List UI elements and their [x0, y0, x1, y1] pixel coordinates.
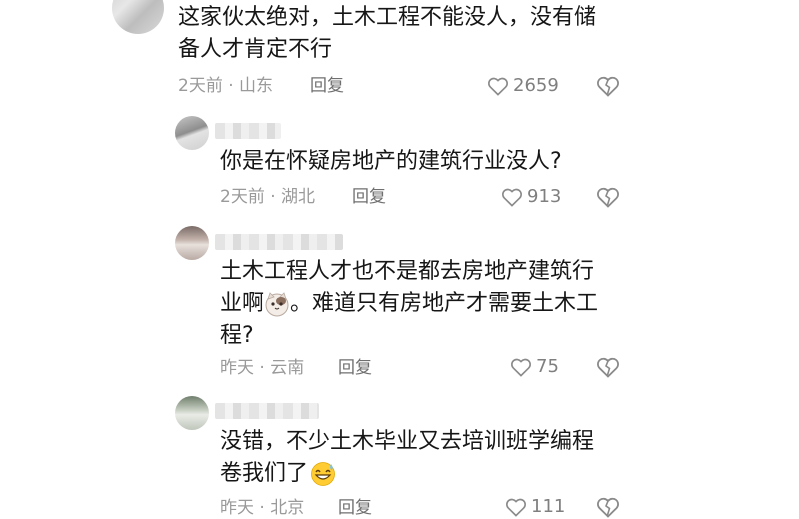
- heart-icon: [511, 358, 531, 377]
- heart-icon: [502, 188, 522, 207]
- comment-text-fragment: 卷我们了: [220, 461, 309, 486]
- reply-button[interactable]: 回复: [352, 186, 386, 208]
- comment-text-line: 没错，不少土木毕业又去培训班学编程: [220, 429, 595, 454]
- comment-text-line: 业啊 。难道只有房地产才需要土木工: [220, 288, 598, 320]
- comment-text-line: 这家伙太绝对，土木工程不能没人，没有储: [178, 5, 597, 30]
- comment-text-line: 土木工程人才也不是都去房地产建筑行: [220, 259, 595, 284]
- like-button[interactable]: 913: [501, 186, 561, 208]
- like-button[interactable]: 75: [510, 356, 559, 378]
- comment-text-line: 程?: [220, 323, 254, 348]
- like-count: 913: [527, 186, 562, 207]
- comment-text-fragment: 业啊: [220, 291, 265, 316]
- comment-text-line: 你是在怀疑房地产的建筑行业没人?: [220, 149, 562, 174]
- like-button[interactable]: 2659: [487, 75, 559, 97]
- comment-time-location: 2天前 · 湖北: [220, 187, 316, 207]
- dislike-icon[interactable]: [596, 356, 620, 378]
- like-count: 111: [531, 496, 566, 517]
- reply-button[interactable]: 回复: [338, 357, 372, 379]
- avatar[interactable]: [175, 396, 209, 430]
- like-button[interactable]: 111: [505, 496, 565, 518]
- heart-icon: [506, 498, 526, 517]
- comment-text-line: 备人才肯定不行: [178, 37, 333, 62]
- cat-face-icon: [265, 292, 289, 317]
- heart-icon: [488, 77, 508, 96]
- username-blurred[interactable]: [215, 123, 281, 139]
- dislike-icon[interactable]: [596, 75, 620, 97]
- avatar[interactable]: [175, 116, 209, 150]
- avatar[interactable]: [112, 0, 164, 34]
- username-blurred[interactable]: [215, 234, 343, 250]
- comment-time-location: 昨天 · 北京: [220, 498, 305, 518]
- comment-time-location: 2天前 · 山东: [178, 76, 274, 96]
- avatar[interactable]: [175, 226, 209, 260]
- dislike-icon[interactable]: [596, 186, 620, 208]
- comment-text-fragment: 。难道只有房地产才需要土木工: [290, 291, 599, 316]
- dislike-icon[interactable]: [596, 496, 620, 518]
- reply-button[interactable]: 回复: [338, 497, 372, 519]
- grinning-sweat-emoji-icon: [311, 462, 335, 486]
- comment-time-location: 昨天 · 云南: [220, 358, 305, 378]
- like-count: 2659: [513, 75, 559, 96]
- reply-button[interactable]: 回复: [310, 75, 344, 97]
- comment-text-line: 卷我们了: [220, 458, 336, 490]
- like-count: 75: [536, 356, 559, 377]
- username-blurred[interactable]: [215, 403, 319, 419]
